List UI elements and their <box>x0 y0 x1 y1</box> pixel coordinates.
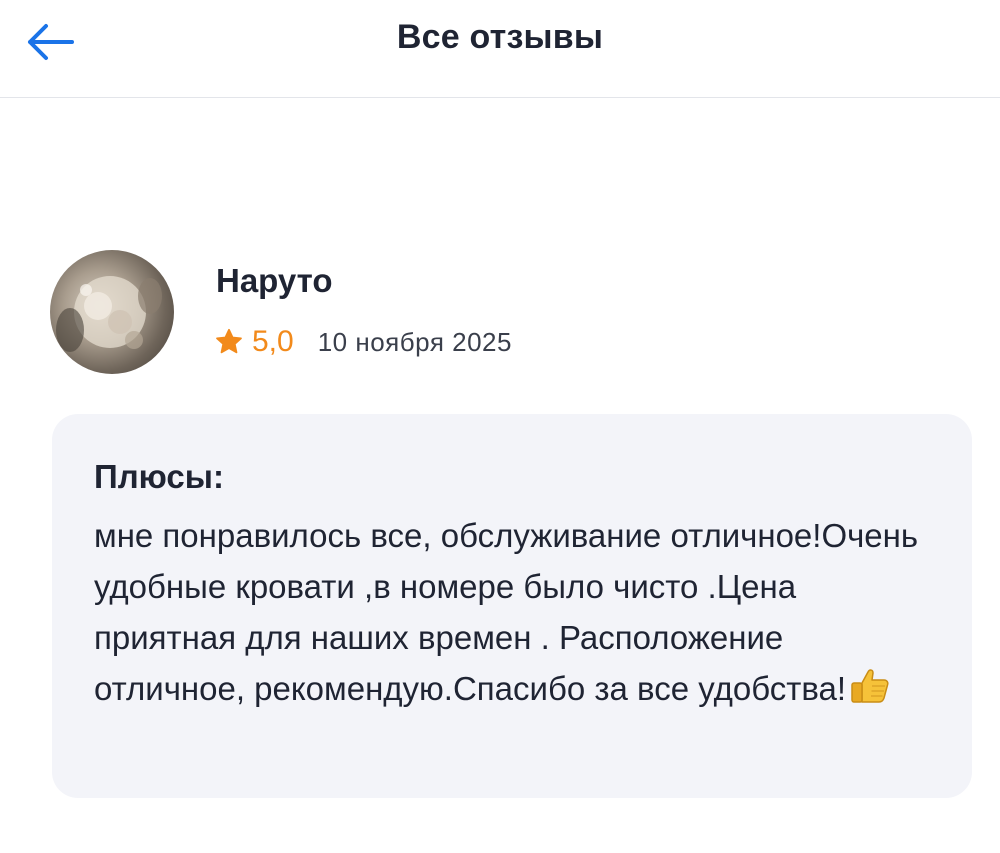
page-title: Все отзывы <box>396 18 604 56</box>
pros-text: мне понравилось все, обслуживание отличн… <box>94 517 919 707</box>
rating-value: 5,0 <box>252 325 294 358</box>
star-icon <box>216 328 242 354</box>
author-name: Наруто <box>216 262 333 299</box>
top-bar: Все отзывы <box>0 0 1000 98</box>
thumbs-up-icon <box>851 669 889 703</box>
review-meta: 5,0 10 ноября 2025 <box>214 324 512 360</box>
user-avatar[interactable] <box>50 250 174 374</box>
pros-heading: Плюсы: <box>94 458 224 495</box>
review-pros-card: Плюсы: мне понравилось все, обслуживание… <box>52 414 972 798</box>
pros-text-block: мне понравилось все, обслуживание отличн… <box>94 510 939 714</box>
review-date: 10 ноября 2025 <box>317 326 512 357</box>
